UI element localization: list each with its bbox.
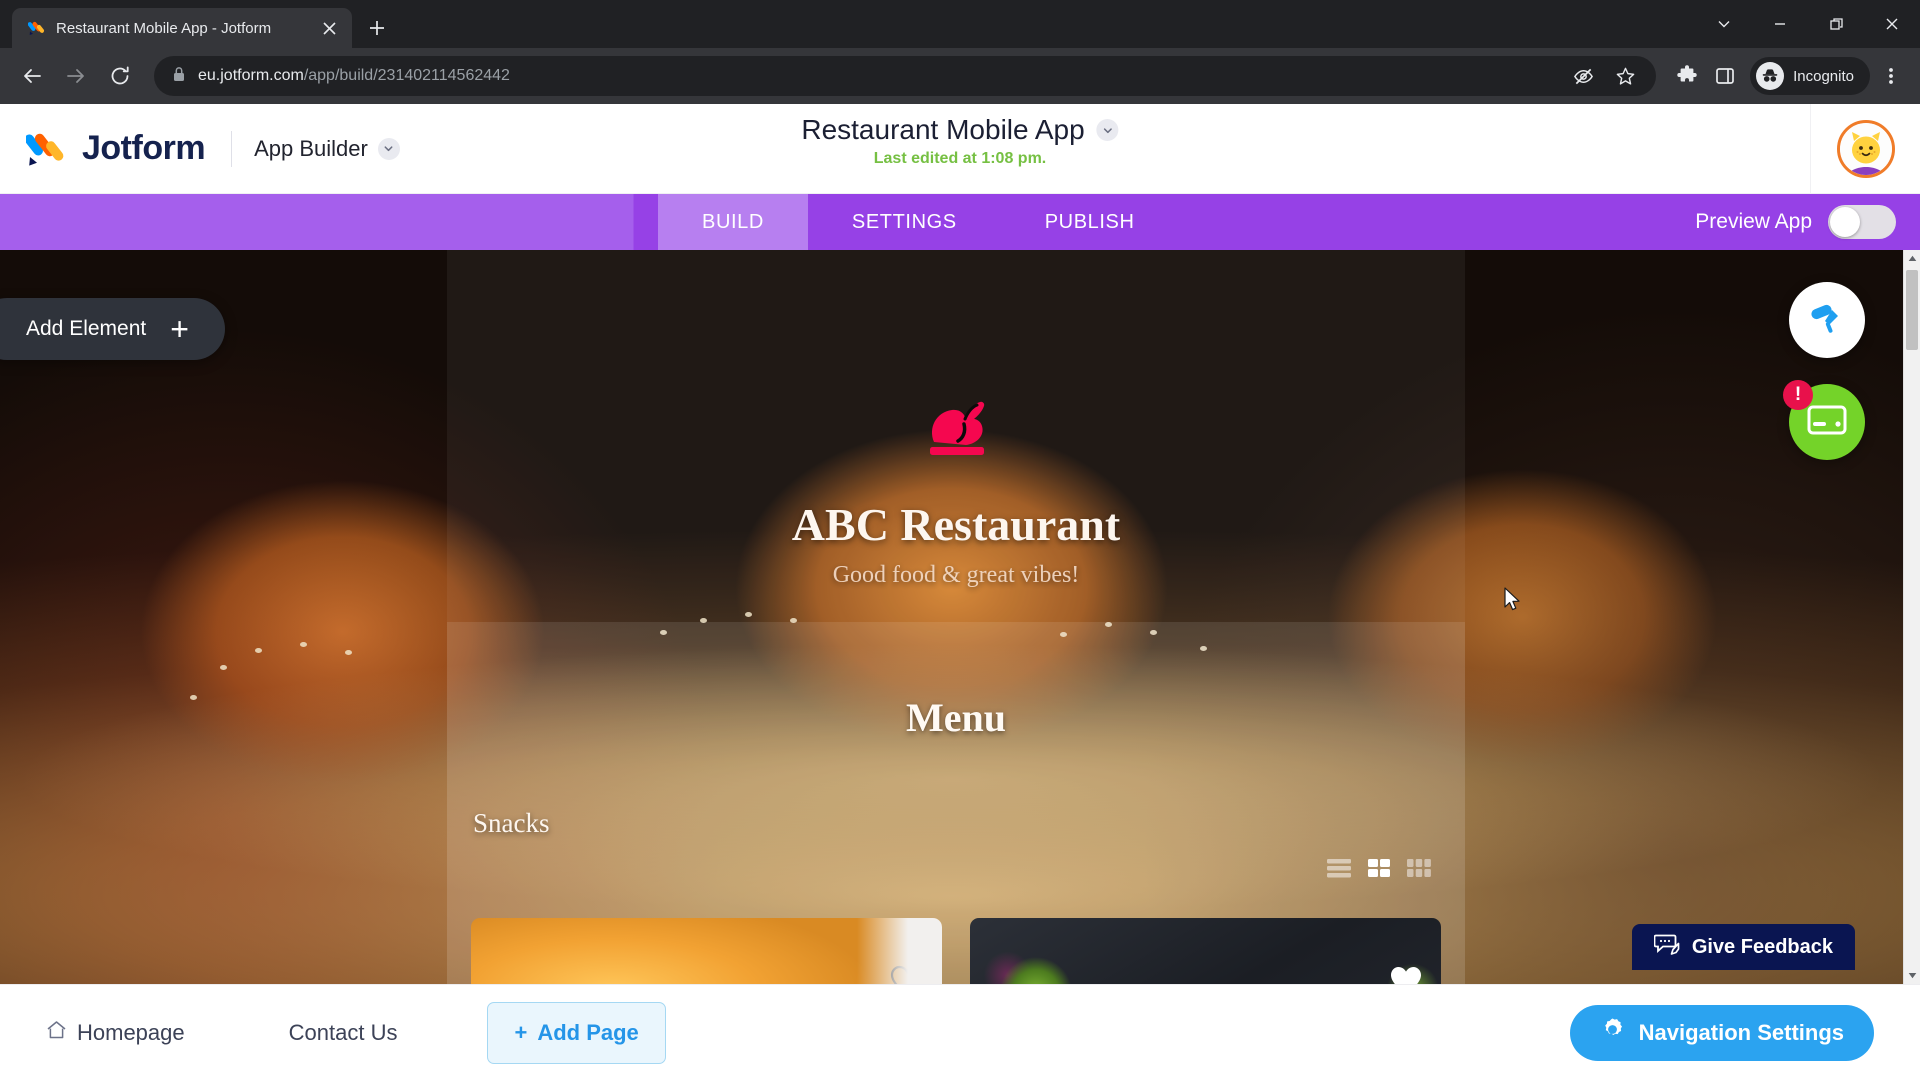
back-button[interactable] <box>12 56 52 96</box>
lock-icon <box>172 66 186 87</box>
tracking-protection-icon[interactable] <box>1566 59 1600 93</box>
navigation-settings-label: Navigation Settings <box>1638 1019 1844 1045</box>
plus-icon: + <box>170 311 189 347</box>
add-page-label: Add Page <box>537 1019 639 1045</box>
navigation-settings-button[interactable]: Navigation Settings <box>1569 1004 1874 1061</box>
reload-button[interactable] <box>100 56 140 96</box>
restaurant-tagline: Good food & great vibes! <box>832 562 1080 588</box>
heart-outline-icon[interactable] <box>890 965 924 984</box>
incognito-icon <box>1756 62 1785 90</box>
bookmark-star-icon[interactable] <box>1608 59 1642 93</box>
home-icon <box>46 1020 67 1046</box>
jotform-favicon-icon <box>27 19 46 37</box>
tab-settings[interactable]: SETTINGS <box>808 194 1001 250</box>
browser-toolbar: eu.jotform.com/app/build/231402114562442… <box>0 48 1920 104</box>
menu-heading: Menu <box>906 695 1006 740</box>
pages-bottom-bar: Homepage Contact Us + Add Page Navigatio… <box>0 984 1920 1080</box>
add-page-button[interactable]: + Add Page <box>487 1001 666 1064</box>
page-tab-contact-us[interactable]: Contact Us <box>289 1020 398 1046</box>
jotform-header: Jotform App Builder Restaurant Mobile Ap… <box>0 104 1920 194</box>
tab-search-icon[interactable] <box>1696 4 1752 44</box>
page-content: Jotform App Builder Restaurant Mobile Ap… <box>0 104 1920 1080</box>
jotform-logo-icon <box>24 128 68 170</box>
page-tab-homepage[interactable]: Homepage <box>46 1020 185 1046</box>
preview-app-control: Preview App <box>1695 194 1896 250</box>
app-title-chevron-down-icon[interactable] <box>1096 119 1119 141</box>
chevron-down-icon <box>377 137 400 160</box>
page-tab-homepage-label: Homepage <box>77 1019 185 1045</box>
browser-window: Restaurant Mobile App - Jotform eu.jotfo… <box>0 0 1920 1080</box>
last-edited-status: Last edited at 1:08 pm. <box>873 150 1047 167</box>
page-title: Restaurant Mobile App <box>801 114 1085 145</box>
browser-tab[interactable]: Restaurant Mobile App - Jotform <box>12 8 352 48</box>
gear-icon <box>1600 1017 1625 1048</box>
add-element-label: Add Element <box>26 317 147 340</box>
give-feedback-label: Give Feedback <box>1691 935 1833 958</box>
builder-nav: BUILD SETTINGS PUBLISH Preview App <box>0 194 1920 250</box>
toggle-knob <box>1830 207 1860 237</box>
preview-app-toggle[interactable] <box>1828 205 1896 239</box>
menu-category-snacks: Snacks <box>473 808 550 838</box>
feedback-icon <box>1653 932 1680 962</box>
url-path: /app/build/231402114562442 <box>303 67 510 84</box>
jotform-wordmark: Jotform <box>82 129 206 167</box>
omnibox-actions <box>1566 59 1642 93</box>
menu-panel: Menu Snacks <box>447 622 1465 984</box>
forward-button[interactable] <box>56 56 96 96</box>
maximize-restore-icon[interactable] <box>1808 4 1864 44</box>
app-title-block: Restaurant Mobile App Last edited at 1:0… <box>801 114 1119 168</box>
tab-title: Restaurant Mobile App - Jotform <box>56 19 272 37</box>
grid-3-view-icon[interactable] <box>1407 858 1431 883</box>
account-avatar-button[interactable] <box>1810 104 1920 194</box>
mobile-app-frame: ABC Restaurant Good food & great vibes! … <box>447 250 1465 984</box>
grid-2-view-icon[interactable] <box>1368 858 1390 883</box>
builder-canvas: ABC Restaurant Good food & great vibes! … <box>0 250 1920 984</box>
tab-build[interactable]: BUILD <box>658 194 808 250</box>
roast-chicken-icon <box>908 388 1004 470</box>
caret-down-icon[interactable] <box>1904 967 1920 984</box>
page-tab-contact-us-label: Contact Us <box>288 1019 398 1045</box>
incognito-indicator[interactable]: Incognito <box>1750 57 1870 95</box>
credit-card-icon <box>1807 404 1847 441</box>
heart-filled-icon[interactable] <box>1389 965 1423 984</box>
scrollbar-thumb[interactable] <box>1906 270 1918 350</box>
incognito-label: Incognito <box>1793 67 1854 85</box>
window-controls <box>1696 0 1920 48</box>
restaurant-name: ABC Restaurant <box>791 499 1121 550</box>
address-bar[interactable]: eu.jotform.com/app/build/231402114562442 <box>154 56 1657 96</box>
app-builder-label: App Builder <box>254 135 368 161</box>
alert-badge: ! <box>1783 380 1813 410</box>
give-feedback-button[interactable]: Give Feedback <box>1631 924 1855 970</box>
app-builder-dropdown[interactable]: App Builder <box>254 136 400 162</box>
url-host: eu.jotform.com <box>198 67 304 84</box>
plus-icon: + <box>514 1019 528 1045</box>
new-tab-button[interactable] <box>360 11 394 45</box>
paint-roller-icon <box>1807 298 1847 343</box>
theme-designer-button[interactable] <box>1789 282 1865 358</box>
tab-strip: Restaurant Mobile App - Jotform <box>0 0 1920 48</box>
add-element-button[interactable]: Add Element + <box>0 298 225 360</box>
menu-card-fries[interactable] <box>471 918 942 984</box>
payment-settings-button[interactable]: ! <box>1783 380 1865 460</box>
url-text: eu.jotform.com/app/build/231402114562442 <box>198 67 510 85</box>
caret-up-icon[interactable] <box>1904 250 1920 267</box>
tab-publish[interactable]: PUBLISH <box>1001 194 1179 250</box>
jotform-logo[interactable]: Jotform <box>0 128 206 170</box>
tab-close-icon[interactable] <box>318 17 340 39</box>
side-panel-icon[interactable] <box>1708 59 1742 93</box>
avatar <box>1836 120 1895 178</box>
canvas-scrollbar[interactable] <box>1903 250 1920 984</box>
menu-card-salad[interactable] <box>970 918 1441 984</box>
menu-cards <box>471 918 1441 984</box>
preview-app-label: Preview App <box>1695 210 1812 233</box>
list-view-icon[interactable] <box>1327 858 1351 883</box>
minimize-icon[interactable] <box>1752 4 1808 44</box>
view-mode-switcher <box>1327 858 1431 883</box>
three-dot-menu-icon[interactable] <box>1874 59 1908 93</box>
header-divider <box>231 130 233 167</box>
close-window-icon[interactable] <box>1864 4 1920 44</box>
extensions-icon[interactable] <box>1670 59 1704 93</box>
app-preview-stage: ABC Restaurant Good food & great vibes! … <box>0 250 1903 984</box>
